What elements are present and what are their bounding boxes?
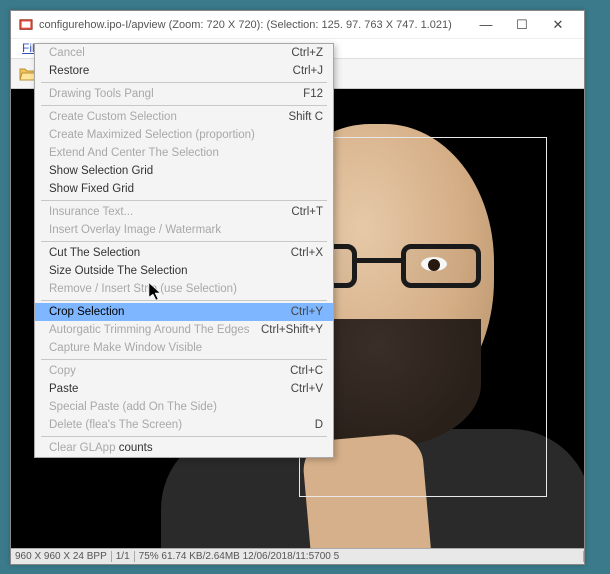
window-title: configurehow.ipo-I/apview (Zoom: 720 X 7… <box>39 19 468 31</box>
ctx-show-fixed-grid[interactable]: Show Fixed Grid <box>35 180 333 198</box>
ctx-size-outside[interactable]: Size Outside The Selection <box>35 262 333 280</box>
ctx-create-custom: Create Custom SelectionShift C <box>35 108 333 126</box>
ctx-capture: Capture Make Window Visible <box>35 339 333 357</box>
ctx-show-sel-grid[interactable]: Show Selection Grid <box>35 162 333 180</box>
titlebar: configurehow.ipo-I/apview (Zoom: 720 X 7… <box>11 11 584 39</box>
ctx-special-paste: Special Paste (add On The Side) <box>35 398 333 416</box>
ctx-extend: Extend And Center The Selection <box>35 144 333 162</box>
status-page: 1/1 <box>112 551 135 562</box>
maximize-button[interactable]: ☐ <box>504 13 540 37</box>
ctx-overlay: Insert Overlay Image / Watermark <box>35 221 333 239</box>
ctx-drawing: Drawing Tools PanglF12 <box>35 85 333 103</box>
minimize-button[interactable]: — <box>468 13 504 37</box>
ctx-remove-strip: Remove / Insert Strip (use Selection) <box>35 280 333 298</box>
ctx-copy: CopyCtrl+C <box>35 362 333 380</box>
ctx-crop[interactable]: Crop SelectionCtrl+Y <box>35 303 333 321</box>
status-info: 75% 61.74 KB/2.64MB 12/06/2018/11:5700 5 <box>135 551 584 562</box>
ctx-insurance: Insurance Text...Ctrl+T <box>35 203 333 221</box>
ctx-cut[interactable]: Cut The SelectionCtrl+X <box>35 244 333 262</box>
ctx-clear: Clear GLApp counts <box>35 439 333 457</box>
ctx-create-max: Create Maximized Selection (proportion) <box>35 126 333 144</box>
ctx-auto-trim: Autorgatic Trimming Around The EdgesCtrl… <box>35 321 333 339</box>
ctx-cancel: CancelCtrl+Z <box>35 44 333 62</box>
status-dims: 960 X 960 X 24 BPP <box>11 551 112 562</box>
app-icon <box>19 18 33 32</box>
ctx-restore[interactable]: RestoreCtrl+J <box>35 62 333 80</box>
ctx-paste[interactable]: PasteCtrl+V <box>35 380 333 398</box>
context-menu: CancelCtrl+Z RestoreCtrl+J Drawing Tools… <box>34 43 334 458</box>
ctx-delete: Delete (flea's The Screen)D <box>35 416 333 434</box>
statusbar: 960 X 960 X 24 BPP 1/1 75% 61.74 KB/2.64… <box>11 548 584 564</box>
close-button[interactable]: ✕ <box>540 13 576 37</box>
